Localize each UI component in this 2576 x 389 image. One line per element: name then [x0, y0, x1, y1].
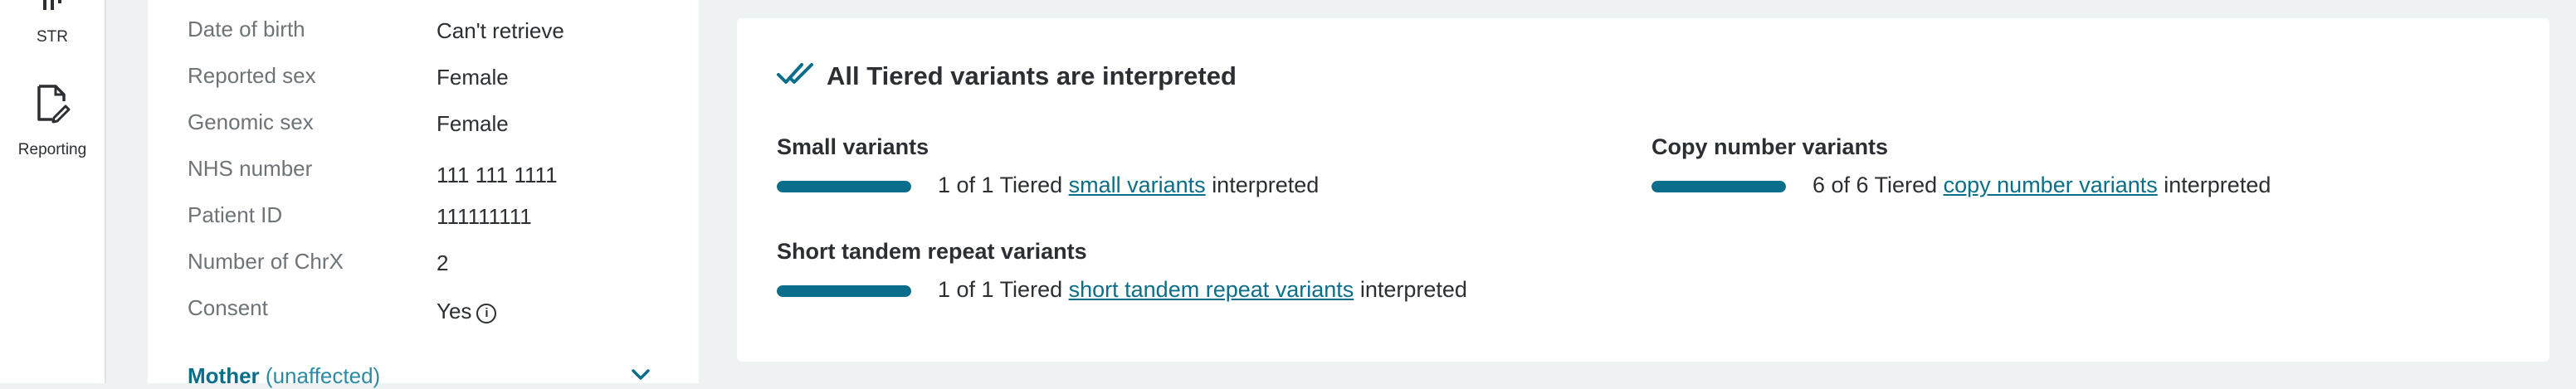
bar-chart-icon [43, 0, 61, 10]
group-heading: Copy number variants [1651, 134, 1889, 159]
group-status: 1 of 1 Tiered short tandem repeat varian… [938, 277, 1467, 303]
copy-number-variants-group: Copy number variants 6 of 6 Tiered copy … [1651, 134, 2271, 197]
field-value: Female [437, 65, 509, 90]
interpretation-title: All Tiered variants are interpreted [827, 61, 1237, 90]
field-value: 111111111 [437, 204, 532, 229]
chevron-down-icon[interactable] [631, 368, 651, 382]
field-value: 111 111 1111 [437, 163, 558, 187]
field-value: Can't retrieve [437, 18, 564, 43]
small-variants-group: Small variants 1 of 1 Tiered small varia… [777, 134, 1319, 197]
nav-item-reporting[interactable]: Reporting [0, 83, 105, 159]
patient-details-panel: Date of birth Can't retrieve Reported se… [148, 0, 699, 388]
short-tandem-repeat-variants-link[interactable]: short tandem repeat variants [1069, 277, 1354, 302]
relative-name: Mother [188, 363, 260, 388]
short-tandem-repeat-variants-group: Short tandem repeat variants 1 of 1 Tier… [777, 239, 1467, 302]
field-label: Date of birth [188, 17, 305, 41]
field-label: NHS number [188, 156, 313, 181]
field-label: Consent [188, 295, 268, 320]
status-suffix: interpreted [2164, 173, 2271, 197]
info-icon[interactable]: i [476, 304, 497, 323]
interpretation-summary-card: All Tiered variants are interpreted Smal… [737, 18, 2549, 362]
field-label: Reported sex [188, 63, 316, 88]
status-count: 1 of 1 Tiered [938, 173, 1063, 197]
group-status: 6 of 6 Tiered copy number variants inter… [1812, 173, 2271, 198]
progress-bar [1651, 181, 1786, 192]
progress-fill [1651, 181, 1786, 192]
nav-item-str[interactable]: STR [0, 0, 105, 46]
status-count: 6 of 6 Tiered [1812, 173, 1938, 197]
copy-number-variants-link[interactable]: copy number variants [1944, 173, 2158, 197]
small-variants-link[interactable]: small variants [1069, 173, 1206, 197]
nav-item-str-label: STR [37, 28, 68, 46]
field-label: Number of ChrX [188, 249, 344, 274]
progress-fill [777, 181, 911, 192]
nav-item-reporting-label: Reporting [17, 141, 87, 158]
progress-bar [777, 285, 911, 297]
document-edit-icon [37, 85, 71, 124]
field-label: Genomic sex [188, 109, 314, 134]
field-value: 2 [437, 250, 449, 275]
field-label: Patient ID [188, 202, 283, 227]
field-value: Female [437, 111, 509, 136]
nav-rail: STR Reporting [0, 0, 106, 383]
relative-status: (unaffected) [265, 363, 381, 388]
status-suffix: interpreted [1212, 173, 1320, 197]
status-suffix: interpreted [1359, 277, 1467, 302]
relative-mother-toggle[interactable]: Mother (unaffected) [188, 363, 380, 389]
progress-fill [777, 285, 911, 297]
field-value: Yes [437, 299, 472, 323]
field-value-wrap: Yes i [437, 299, 497, 324]
group-heading: Short tandem repeat variants [777, 239, 1087, 264]
group-heading: Small variants [777, 134, 929, 159]
progress-bar [777, 181, 911, 192]
status-count: 1 of 1 Tiered [938, 277, 1063, 302]
group-status: 1 of 1 Tiered small variants interpreted [938, 173, 1319, 198]
double-check-icon [777, 63, 813, 84]
